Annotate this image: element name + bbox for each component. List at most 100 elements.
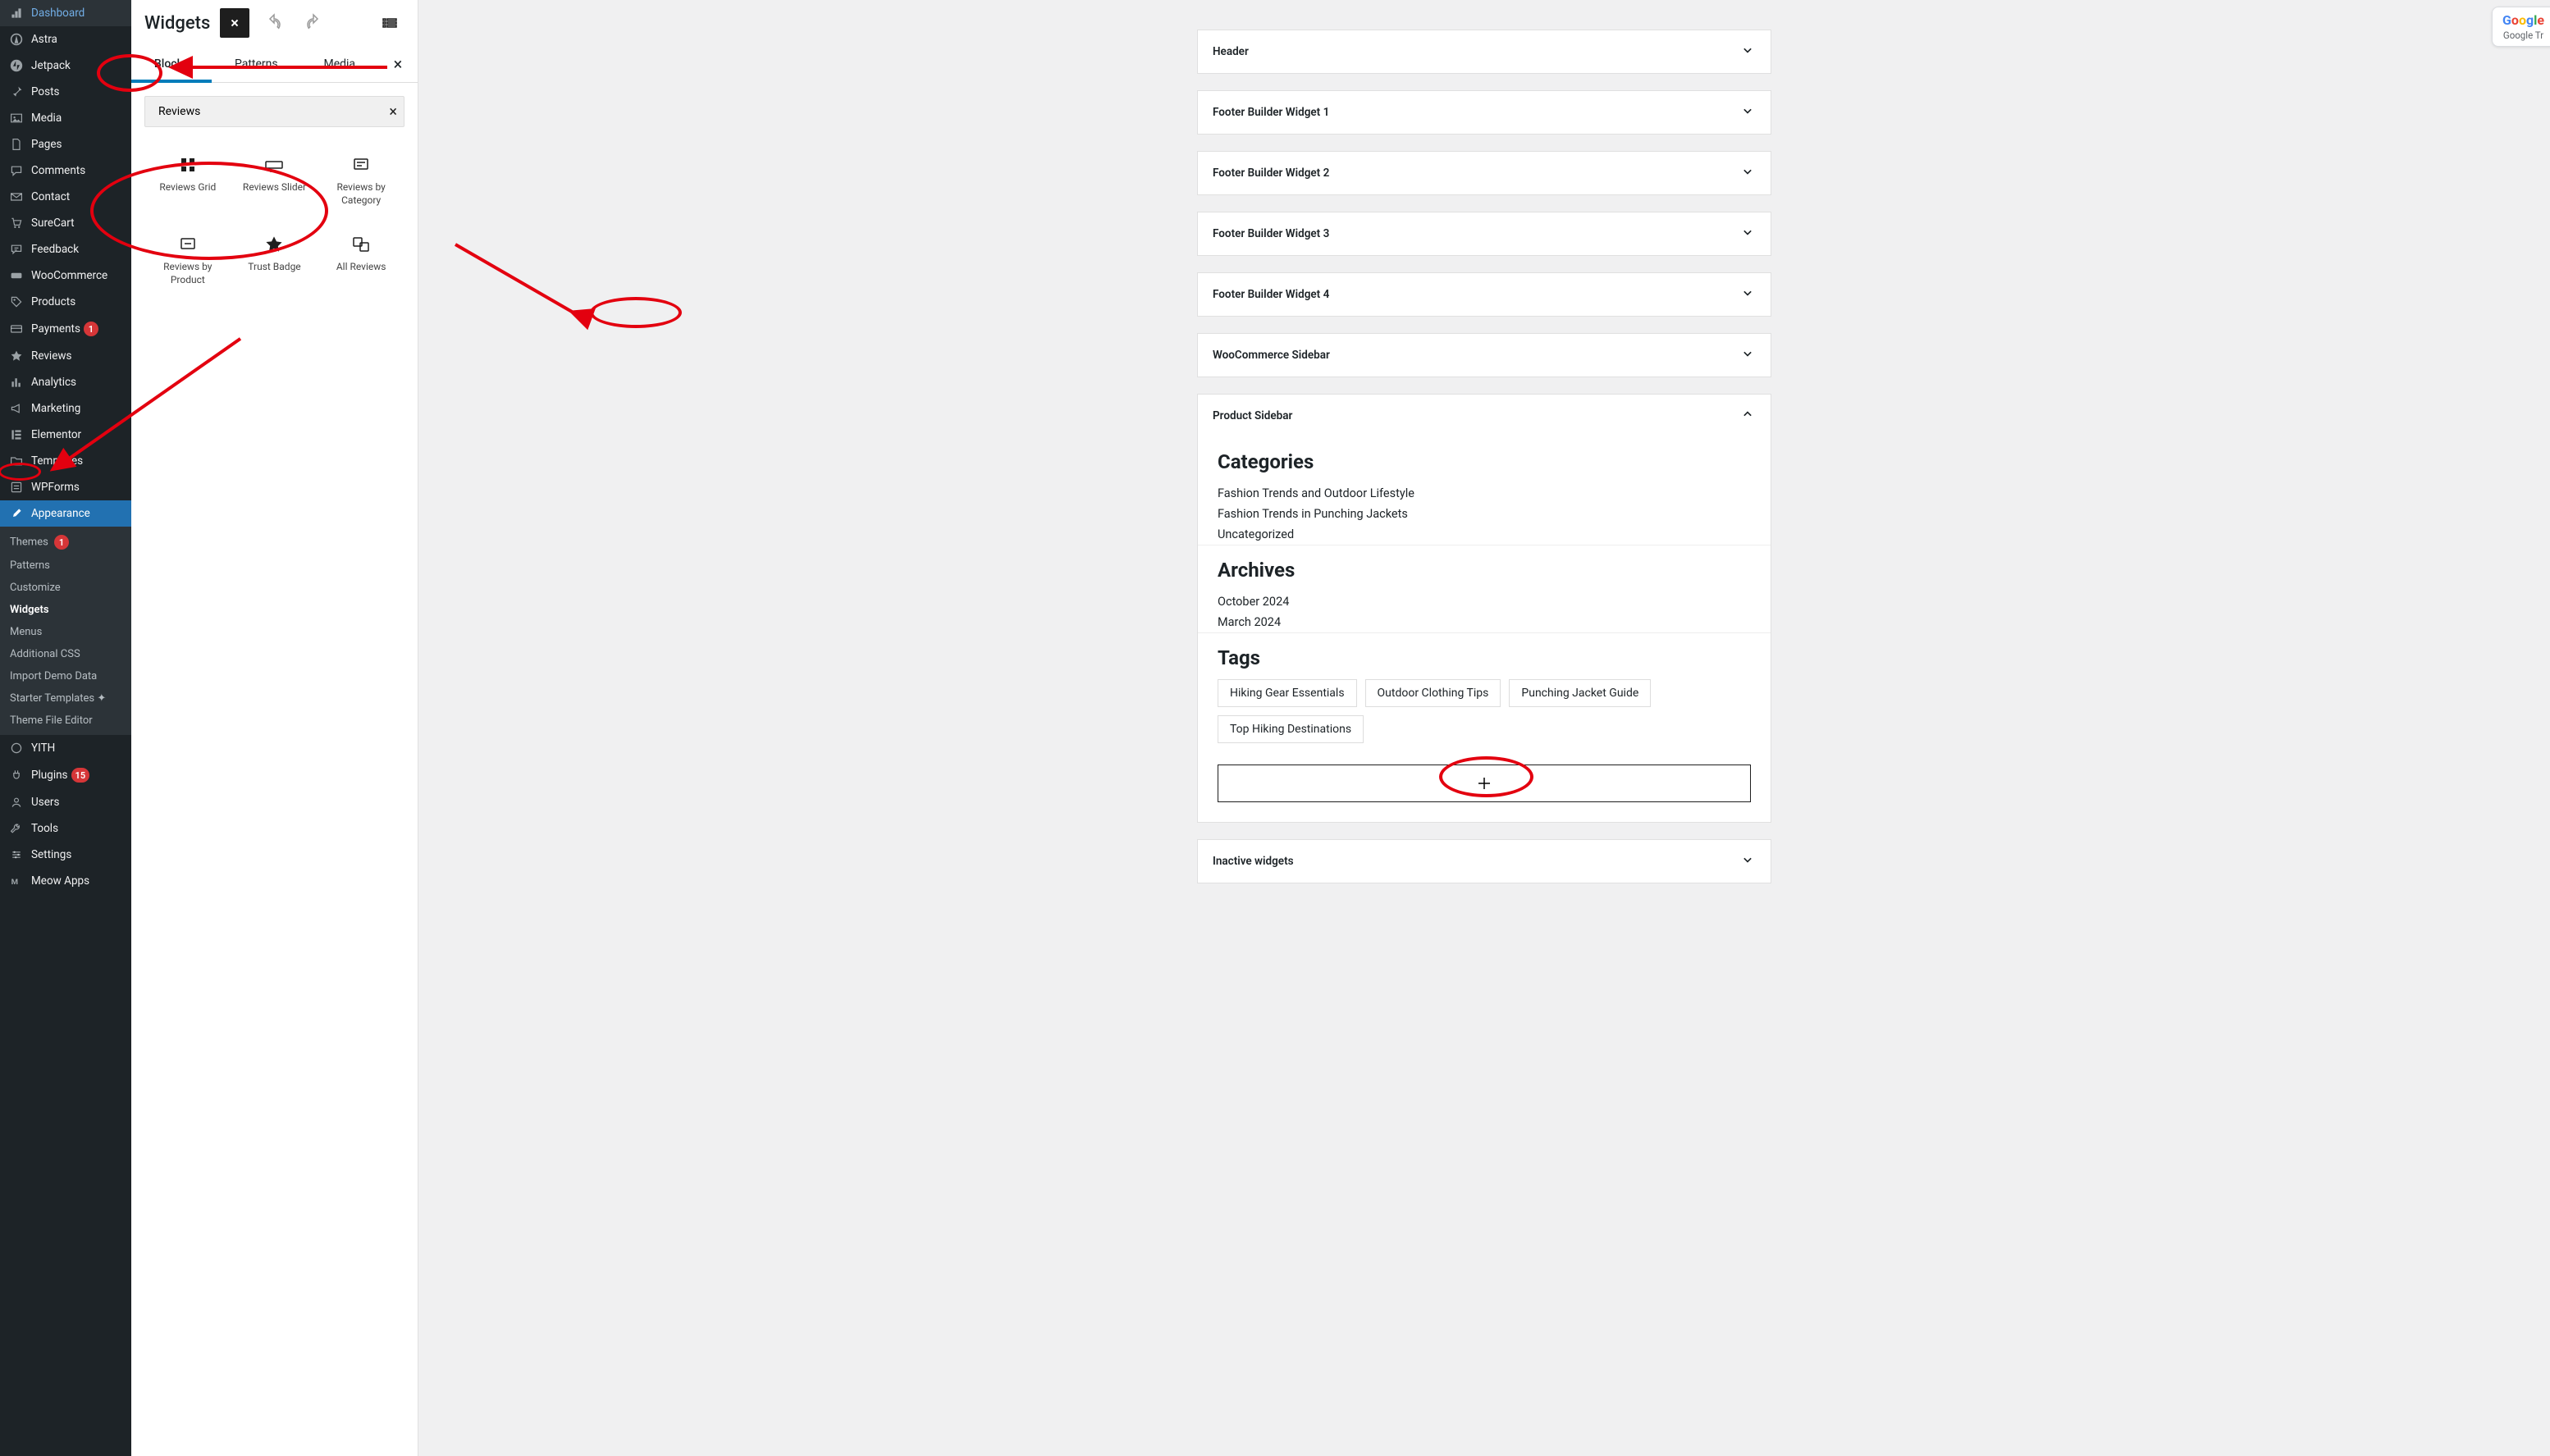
menu-item-analytics[interactable]: Analytics bbox=[0, 369, 131, 395]
menu-label: Dashboard bbox=[31, 7, 85, 20]
widget-area-header[interactable]: Footer Builder Widget 4 bbox=[1198, 273, 1771, 316]
widget-area-header[interactable]: Header bbox=[1198, 30, 1771, 73]
widget-area-header[interactable]: Footer Builder Widget 1 bbox=[1198, 91, 1771, 134]
menu-label: Feedback bbox=[31, 243, 79, 256]
widget-area-title: Footer Builder Widget 4 bbox=[1213, 288, 1329, 301]
all-icon bbox=[351, 233, 371, 256]
submenu-item-patterns[interactable]: Patterns bbox=[0, 555, 131, 577]
user-icon bbox=[8, 796, 25, 809]
menu-item-marketing[interactable]: Marketing bbox=[0, 395, 131, 422]
block-label: Reviews by Product bbox=[148, 261, 228, 286]
widget-area-title: Footer Builder Widget 1 bbox=[1213, 106, 1329, 119]
menu-item-appearance[interactable]: Appearance bbox=[0, 500, 131, 527]
chevron-down-icon bbox=[1739, 163, 1756, 183]
list-item[interactable]: Fashion Trends and Outdoor Lifestyle bbox=[1218, 483, 1751, 504]
block-reviews-by-product[interactable]: Reviews by Product bbox=[144, 220, 231, 299]
menu-item-astra[interactable]: Astra bbox=[0, 26, 131, 52]
widget-area-header[interactable]: Product Sidebar bbox=[1198, 395, 1771, 437]
widget-area-title: Product Sidebar bbox=[1213, 409, 1292, 422]
widget-areas-list: Header Footer Builder Widget 1 Footer Buil… bbox=[1197, 30, 1771, 883]
close-inserter-button[interactable]: × bbox=[378, 46, 418, 82]
redo-button[interactable] bbox=[299, 8, 328, 38]
menu-label: Marketing bbox=[31, 402, 80, 415]
dashboard-icon bbox=[8, 7, 25, 20]
menu-item-tools[interactable]: Tools bbox=[0, 815, 131, 842]
block-label: Reviews by Category bbox=[321, 181, 401, 207]
block-reviews-grid[interactable]: Reviews Grid bbox=[144, 140, 231, 220]
inserter-tab-blocks[interactable]: Blocks bbox=[131, 46, 212, 82]
media-icon bbox=[8, 112, 25, 125]
menu-item-comments[interactable]: Comments bbox=[0, 157, 131, 184]
submenu-item-menus[interactable]: Menus bbox=[0, 621, 131, 643]
inserter-toolbar: Widgets bbox=[131, 0, 418, 46]
tag-item[interactable]: Hiking Gear Essentials bbox=[1218, 679, 1357, 707]
menu-item-elementor[interactable]: Elementor bbox=[0, 422, 131, 448]
tag-item[interactable]: Top Hiking Destinations bbox=[1218, 715, 1364, 743]
block-trust-badge[interactable]: Trust Badge bbox=[231, 220, 318, 299]
menu-item-woocommerce[interactable]: WooCommerce bbox=[0, 262, 131, 289]
undo-button[interactable] bbox=[259, 8, 289, 38]
block-search-input[interactable] bbox=[152, 97, 389, 126]
menu-item-settings[interactable]: Settings bbox=[0, 842, 131, 868]
widget-area-header[interactable]: Footer Builder Widget 3 bbox=[1198, 212, 1771, 255]
menu-label: Media bbox=[31, 112, 62, 125]
widget-area-header[interactable]: Footer Builder Widget 2 bbox=[1198, 152, 1771, 194]
block-reviews-slider[interactable]: Reviews Slider bbox=[231, 140, 318, 220]
menu-label: Tools bbox=[31, 822, 58, 835]
menu-item-templates[interactable]: Templates bbox=[0, 448, 131, 474]
menu-item-posts[interactable]: Posts bbox=[0, 79, 131, 105]
menu-item-pages[interactable]: Pages bbox=[0, 131, 131, 157]
menu-item-contact[interactable]: Contact bbox=[0, 184, 131, 210]
list-item[interactable]: Uncategorized bbox=[1218, 524, 1751, 545]
block-all-reviews[interactable]: All Reviews bbox=[318, 220, 404, 299]
block-label: Reviews Slider bbox=[243, 181, 306, 194]
document-overview-button[interactable] bbox=[375, 8, 404, 38]
menu-item-surecart[interactable]: SureCart bbox=[0, 210, 131, 236]
meow-icon: M bbox=[8, 874, 25, 888]
submenu-item-themes[interactable]: Themes 1 bbox=[0, 530, 131, 555]
submenu-item-import-demo-data[interactable]: Import Demo Data bbox=[0, 665, 131, 687]
menu-item-feedback[interactable]: Feedback bbox=[0, 236, 131, 262]
menu-item-meow-apps[interactable]: MMeow Apps bbox=[0, 868, 131, 894]
menu-item-dashboard[interactable]: Dashboard bbox=[0, 0, 131, 26]
submenu-item-theme-file-editor[interactable]: Theme File Editor bbox=[0, 710, 131, 732]
menu-label: YITH bbox=[31, 742, 55, 755]
submenu-item-additional-css[interactable]: Additional CSS bbox=[0, 643, 131, 665]
menu-item-reviews[interactable]: Reviews bbox=[0, 343, 131, 369]
inserter-tab-patterns[interactable]: Patterns bbox=[212, 46, 301, 82]
toggle-inserter-button[interactable] bbox=[220, 8, 249, 38]
widget-area-product-sidebar: Product Sidebar Categories Fashion Trends … bbox=[1197, 394, 1771, 823]
menu-item-payments[interactable]: Payments1 bbox=[0, 315, 131, 343]
submenu-item-starter-templates[interactable]: Starter Templates ✦ bbox=[0, 687, 131, 710]
widget-heading: Categories bbox=[1218, 450, 1751, 473]
add-block-button[interactable] bbox=[1218, 765, 1751, 802]
menu-item-wpforms[interactable]: WPForms bbox=[0, 474, 131, 500]
widget-area-header[interactable]: Inactive widgets bbox=[1198, 840, 1771, 883]
menu-item-yith[interactable]: YITH bbox=[0, 735, 131, 761]
menu-item-jetpack[interactable]: Jetpack bbox=[0, 52, 131, 79]
menu-label: Reviews bbox=[31, 349, 72, 363]
menu-label: Comments bbox=[31, 164, 85, 177]
tag-item[interactable]: Punching Jacket Guide bbox=[1509, 679, 1651, 707]
widget-area-header[interactable]: WooCommerce Sidebar bbox=[1198, 334, 1771, 377]
clear-search-icon[interactable]: × bbox=[389, 103, 397, 121]
inserter-tab-media[interactable]: Media bbox=[301, 46, 378, 82]
menu-item-media[interactable]: Media bbox=[0, 105, 131, 131]
menu-item-products[interactable]: Products bbox=[0, 289, 131, 315]
tag-item[interactable]: Outdoor Clothing Tips bbox=[1365, 679, 1501, 707]
list-item[interactable]: October 2024 bbox=[1218, 591, 1751, 612]
google-translate-float[interactable]: Google Google Tr bbox=[2492, 7, 2550, 47]
menu-item-users[interactable]: Users bbox=[0, 789, 131, 815]
list-item[interactable]: March 2024 bbox=[1218, 612, 1751, 632]
feedback-icon bbox=[8, 243, 25, 256]
chevron-up-icon bbox=[1739, 406, 1756, 426]
submenu-item-customize[interactable]: Customize bbox=[0, 577, 131, 599]
submenu-item-widgets[interactable]: Widgets bbox=[0, 599, 131, 621]
brush-icon bbox=[8, 507, 25, 520]
list-item[interactable]: Fashion Trends in Punching Jackets bbox=[1218, 504, 1751, 524]
menu-label: Analytics bbox=[31, 376, 76, 389]
block-inserter-panel: Widgets BlocksPatternsMedia× × Reviews G… bbox=[131, 0, 418, 1456]
block-reviews-by-category[interactable]: Reviews by Category bbox=[318, 140, 404, 220]
menu-label: Pages bbox=[31, 138, 62, 151]
menu-item-plugins[interactable]: Plugins15 bbox=[0, 761, 131, 789]
